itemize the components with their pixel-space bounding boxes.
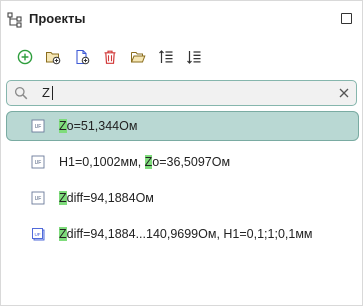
svg-text:UF: UF — [34, 232, 40, 237]
result-label: Zdiff=94,1884...140,9699Ом, H1=0,1;1;0,1… — [59, 227, 313, 241]
file-add-icon — [76, 49, 90, 65]
uf-file-icon: UF — [31, 191, 45, 205]
folder-open-icon — [131, 52, 146, 63]
svg-text:UF: UF — [35, 196, 42, 202]
delete-button[interactable] — [98, 45, 122, 69]
trash-icon — [104, 50, 116, 64]
svg-text:UF: UF — [35, 124, 42, 130]
svg-text:UF: UF — [35, 160, 42, 166]
result-label: Zdiff=94,1884Ом — [59, 191, 154, 205]
text-caret — [52, 86, 53, 100]
search-input[interactable]: Z — [42, 85, 50, 100]
project-tree-icon — [7, 12, 22, 28]
match-highlight: Z — [59, 227, 67, 241]
sort-ascending-icon — [159, 50, 173, 63]
match-highlight: Z — [59, 191, 67, 205]
close-icon[interactable] — [338, 87, 350, 99]
folder-add-icon — [46, 52, 61, 65]
result-row[interactable]: UF Zdiff=94,1884Ом — [6, 183, 359, 213]
result-row[interactable]: UF Zo=51,344Ом — [6, 111, 359, 141]
new-file-button[interactable] — [70, 45, 94, 69]
plus-circle-icon — [17, 49, 33, 65]
search-box[interactable]: Z — [6, 80, 357, 106]
magnifier-icon — [14, 86, 28, 100]
sort-descending-button[interactable] — [182, 45, 206, 69]
uf-sweep-icon: UF — [32, 228, 45, 241]
add-button[interactable] — [13, 45, 37, 69]
open-folder-button[interactable] — [126, 45, 150, 69]
panel-title: Проекты — [29, 11, 86, 26]
match-highlight: Z — [59, 119, 67, 133]
uf-file-icon: UF — [31, 119, 45, 133]
result-text: diff=94,1884Ом — [66, 191, 154, 205]
panel-header: Проекты — [1, 1, 362, 37]
result-row[interactable]: UF H1=0,1002мм, Zo=36,5097Ом — [6, 147, 359, 177]
sort-ascending-button[interactable] — [154, 45, 178, 69]
result-label: H1=0,1002мм, Zo=36,5097Ом — [59, 155, 230, 169]
result-text: o=36,5097Ом — [152, 155, 231, 169]
uf-file-icon: UF — [31, 155, 45, 169]
result-text: H1=0,1002мм, — [59, 155, 145, 169]
result-text: diff=94,1884...140,9699Ом, H1=0,1;1;0,1м… — [66, 227, 313, 241]
result-row[interactable]: UF Zdiff=94,1884...140,9699Ом, H1=0,1;1;0… — [6, 219, 359, 249]
sort-descending-icon — [187, 51, 201, 64]
result-text: o=51,344Ом — [66, 119, 138, 133]
projects-panel: Проекты Z UF Zo=51,344Ом UF H1=0,1002мм,… — [0, 0, 363, 306]
result-label: Zo=51,344Ом — [59, 119, 137, 133]
new-folder-button[interactable] — [41, 45, 65, 69]
maximize-icon[interactable] — [341, 13, 352, 24]
